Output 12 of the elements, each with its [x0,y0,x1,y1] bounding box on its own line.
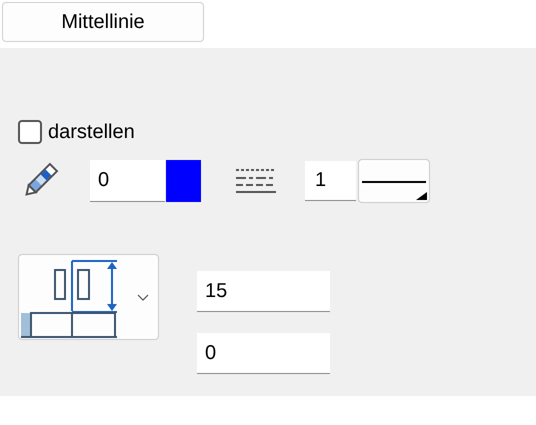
checkbox-label: darstellen [48,120,135,145]
color-swatch[interactable] [166,160,201,202]
solid-line-icon [362,181,426,183]
line-width-field[interactable]: 1 [305,161,356,201]
offset-field[interactable]: 15 [197,271,330,312]
mittellinie-button[interactable]: Mittellinie [2,2,204,42]
checkbox[interactable] [18,120,42,144]
line-style-dropdown[interactable] [358,159,430,203]
corner-triangle-icon [416,192,427,200]
offset-field[interactable]: 0 [197,333,330,374]
pen-width-field[interactable]: 0 [90,160,165,202]
line-style-icon [236,168,276,194]
